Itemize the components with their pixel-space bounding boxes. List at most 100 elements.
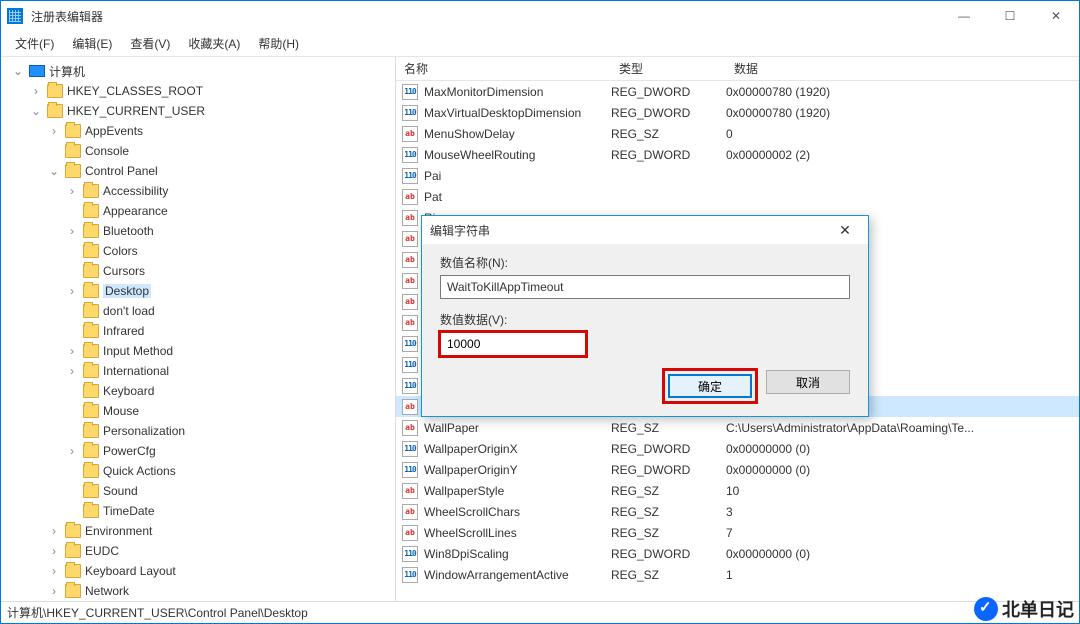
close-button[interactable]: ✕ — [1033, 1, 1079, 31]
value-type: REG_DWORD — [611, 106, 726, 120]
menu-help[interactable]: 帮助(H) — [250, 33, 307, 54]
tree-item[interactable]: ›PowerCfg — [1, 441, 395, 461]
tree-item[interactable]: Infrared — [1, 321, 395, 341]
registry-value-row[interactable]: WallpaperOriginYREG_DWORD0x00000000 (0) — [396, 459, 1079, 480]
tree-item[interactable]: ⌄HKEY_CURRENT_USER — [1, 101, 395, 121]
registry-value-row[interactable]: WheelScrollCharsREG_SZ3 — [396, 501, 1079, 522]
list-header[interactable]: 名称 类型 数据 — [396, 57, 1079, 81]
folder-icon — [83, 504, 99, 518]
value-type: REG_SZ — [611, 484, 726, 498]
value-name: MouseWheelRouting — [424, 148, 535, 162]
registry-value-row[interactable]: MaxVirtualDesktopDimensionREG_DWORD0x000… — [396, 102, 1079, 123]
expand-icon[interactable]: › — [65, 364, 79, 378]
tree-item[interactable]: Sound — [1, 481, 395, 501]
folder-icon — [47, 84, 63, 98]
watermark-icon — [974, 597, 998, 621]
folder-icon — [83, 484, 99, 498]
value-data: 0 — [726, 127, 1079, 141]
tree-item[interactable]: ›International — [1, 361, 395, 381]
tree-label: Appearance — [103, 204, 168, 218]
expand-icon[interactable]: › — [29, 84, 43, 98]
col-type[interactable]: 类型 — [611, 60, 726, 77]
tree-item[interactable]: ›Bluetooth — [1, 221, 395, 241]
folder-icon — [65, 544, 81, 558]
window-title: 注册表编辑器 — [31, 8, 941, 25]
maximize-button[interactable]: ☐ — [987, 1, 1033, 31]
tree-item[interactable]: TimeDate — [1, 501, 395, 521]
close-icon[interactable]: ✕ — [830, 222, 860, 239]
dword-icon — [402, 105, 418, 121]
expand-icon[interactable]: › — [47, 544, 61, 558]
menubar: 文件(F) 编辑(E) 查看(V) 收藏夹(A) 帮助(H) — [1, 31, 1079, 57]
expand-icon[interactable]: › — [47, 524, 61, 538]
tree-item[interactable]: ›Accessibility — [1, 181, 395, 201]
tree-item[interactable]: Personalization — [1, 421, 395, 441]
registry-value-row[interactable]: MouseWheelRoutingREG_DWORD0x00000002 (2) — [396, 144, 1079, 165]
tree-item[interactable]: don't load — [1, 301, 395, 321]
tree-label: Personalization — [103, 424, 185, 438]
folder-icon — [65, 124, 81, 138]
tree-item[interactable]: ›Environment — [1, 521, 395, 541]
registry-value-row[interactable]: Pai — [396, 165, 1079, 186]
expand-icon[interactable]: › — [47, 124, 61, 138]
registry-value-row[interactable]: WindowArrangementActiveREG_SZ1 — [396, 564, 1079, 585]
expand-icon[interactable]: ⌄ — [47, 164, 61, 178]
tree-item[interactable]: ›Desktop — [1, 281, 395, 301]
registry-value-row[interactable]: WallPaperREG_SZC:\Users\Administrator\Ap… — [396, 417, 1079, 438]
tree-item[interactable]: ›Keyboard Layout — [1, 561, 395, 581]
menu-file[interactable]: 文件(F) — [7, 33, 62, 54]
tree-item[interactable]: Appearance — [1, 201, 395, 221]
value-name: MaxMonitorDimension — [424, 85, 543, 99]
registry-value-row[interactable]: MaxMonitorDimensionREG_DWORD0x00000780 (… — [396, 81, 1079, 102]
expand-icon[interactable]: › — [47, 564, 61, 578]
registry-value-row[interactable]: WallpaperOriginXREG_DWORD0x00000000 (0) — [396, 438, 1079, 459]
value-data: 1 — [726, 568, 1079, 582]
expand-icon[interactable]: › — [65, 284, 79, 298]
value-data: 0x00000780 (1920) — [726, 85, 1079, 99]
tree-item[interactable]: ›EUDC — [1, 541, 395, 561]
registry-value-row[interactable]: MenuShowDelayREG_SZ0 — [396, 123, 1079, 144]
tree-item[interactable]: Quick Actions — [1, 461, 395, 481]
folder-icon — [83, 244, 99, 258]
menu-view[interactable]: 查看(V) — [122, 33, 178, 54]
registry-tree[interactable]: ⌄ 计算机›HKEY_CLASSES_ROOT⌄HKEY_CURRENT_USER… — [1, 57, 396, 601]
registry-value-row[interactable]: WallpaperStyleREG_SZ10 — [396, 480, 1079, 501]
registry-value-row[interactable]: Pat — [396, 186, 1079, 207]
tree-item[interactable]: ⌄Control Panel — [1, 161, 395, 181]
expand-icon[interactable]: › — [65, 344, 79, 358]
string-icon — [402, 231, 418, 247]
registry-value-row[interactable]: Win8DpiScalingREG_DWORD0x00000000 (0) — [396, 543, 1079, 564]
menu-favorites[interactable]: 收藏夹(A) — [180, 33, 248, 54]
titlebar[interactable]: 注册表编辑器 — ☐ ✕ — [1, 1, 1079, 31]
tree-label: 计算机 — [49, 63, 85, 80]
expand-icon[interactable]: › — [65, 224, 79, 238]
tree-item[interactable]: ›Network — [1, 581, 395, 601]
tree-item[interactable]: Console — [1, 141, 395, 161]
computer-icon — [29, 65, 45, 77]
menu-edit[interactable]: 编辑(E) — [64, 33, 120, 54]
tree-item[interactable]: Cursors — [1, 261, 395, 281]
expand-icon[interactable]: ⌄ — [29, 104, 43, 118]
statusbar: 计算机\HKEY_CURRENT_USER\Control Panel\Desk… — [1, 601, 1079, 623]
tree-item[interactable]: ⌄ 计算机 — [1, 61, 395, 81]
tree-item[interactable]: Colors — [1, 241, 395, 261]
expand-icon[interactable]: ⌄ — [11, 64, 25, 78]
cancel-button[interactable]: 取消 — [766, 370, 850, 394]
expand-icon[interactable]: › — [65, 184, 79, 198]
expand-icon[interactable]: › — [65, 444, 79, 458]
tree-item[interactable]: ›Input Method — [1, 341, 395, 361]
tree-item[interactable]: Mouse — [1, 401, 395, 421]
col-name[interactable]: 名称 — [396, 60, 611, 77]
ok-button[interactable]: 确定 — [668, 374, 752, 398]
minimize-button[interactable]: — — [941, 1, 987, 31]
tree-item[interactable]: ›AppEvents — [1, 121, 395, 141]
folder-icon — [83, 364, 99, 378]
value-data-input[interactable] — [440, 332, 586, 356]
string-icon — [402, 252, 418, 268]
col-data[interactable]: 数据 — [726, 60, 1079, 77]
tree-item[interactable]: Keyboard — [1, 381, 395, 401]
tree-item[interactable]: ›HKEY_CLASSES_ROOT — [1, 81, 395, 101]
value-type: REG_DWORD — [611, 148, 726, 162]
registry-value-row[interactable]: WheelScrollLinesREG_SZ7 — [396, 522, 1079, 543]
expand-icon[interactable]: › — [47, 584, 61, 598]
